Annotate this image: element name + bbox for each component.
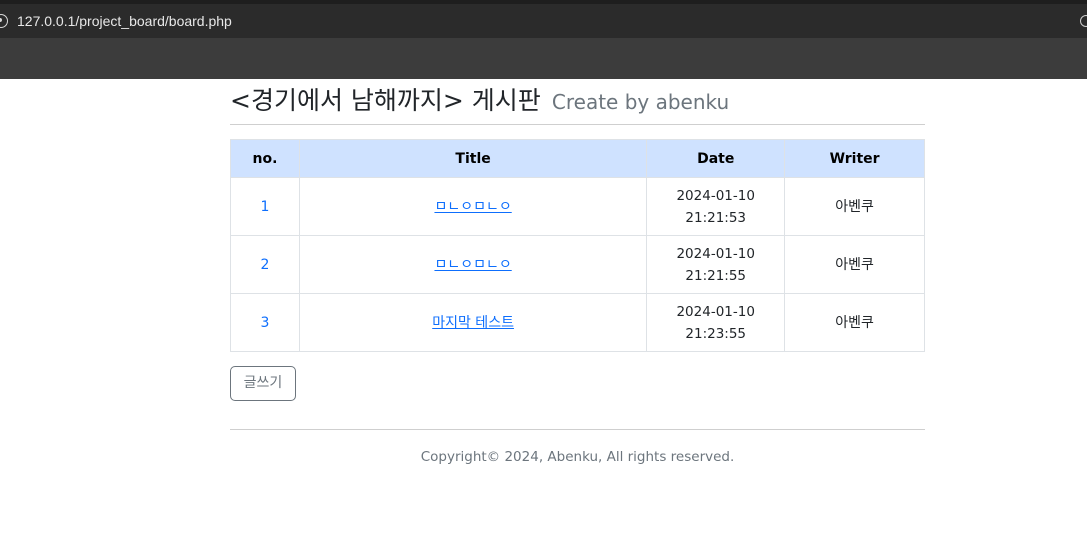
page-title: <경기에서 남해까지> 게시판 [230,86,541,115]
table-row: 3 마지막 테스트 2024-01-10 21:23:55 아벤쿠 [230,293,925,352]
row-writer: 아벤쿠 [784,177,925,236]
board-table: no. Title Date Writer 1 ㅁㄴㅇㅁㄴㅇ 2024-01-1… [230,139,925,352]
row-title-cell: ㅁㄴㅇㅁㄴㅇ [298,235,648,294]
row-no-cell: 1 [230,177,300,236]
url-text[interactable]: 127.0.0.1/project_board/board.php [17,13,232,29]
row-writer: 아벤쿠 [784,293,925,352]
page-heading: <경기에서 남해까지> 게시판 Create by abenku [230,79,925,124]
write-post-button[interactable]: 글쓰기 [230,366,296,401]
row-writer: 아벤쿠 [784,235,925,294]
extension-icon[interactable] [1080,15,1087,27]
row-title-cell: ㅁㄴㅇㅁㄴㅇ [298,177,648,236]
column-header-date: Date [646,139,786,178]
row-date: 2024-01-10 21:21:55 [646,235,786,294]
post-title-link[interactable]: ㅁㄴㅇㅁㄴㅇ [434,199,511,215]
row-no-cell: 2 [230,235,300,294]
post-number-link[interactable]: 3 [260,315,269,331]
heading-divider [230,124,925,125]
post-title-link[interactable]: ㅁㄴㅇㅁㄴㅇ [434,257,511,273]
page-subtitle: Create by abenku [551,90,730,114]
column-header-writer: Writer [784,139,925,178]
row-title-cell: 마지막 테스트 [298,293,648,352]
board-container: <경기에서 남해까지> 게시판 Create by abenku no. Tit… [230,79,925,465]
row-date: 2024-01-10 21:21:53 [646,177,786,236]
post-number-link[interactable]: 2 [260,257,269,273]
row-no-cell: 3 [230,293,300,352]
column-header-no: no. [230,139,300,178]
browser-address-bar[interactable]: 127.0.0.1/project_board/board.php [0,4,1087,38]
browser-toolbar [0,38,1087,79]
site-info-icon[interactable] [0,14,8,28]
post-title-link[interactable]: 마지막 테스트 [432,315,514,331]
column-header-title: Title [298,139,648,178]
table-row: 2 ㅁㄴㅇㅁㄴㅇ 2024-01-10 21:21:55 아벤쿠 [230,235,925,294]
footer-divider [230,429,925,430]
footer-copyright: Copyright© 2024, Abenku, All rights rese… [420,449,735,465]
table-row: 1 ㅁㄴㅇㅁㄴㅇ 2024-01-10 21:21:53 아벤쿠 [230,177,925,236]
table-header-row: no. Title Date Writer [230,139,925,178]
post-number-link[interactable]: 1 [260,199,269,215]
row-date: 2024-01-10 21:23:55 [646,293,786,352]
